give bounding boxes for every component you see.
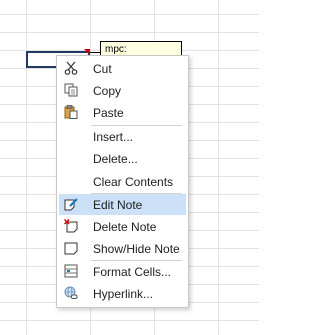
menu-item-copy[interactable]: Copy	[59, 80, 186, 101]
context-menu: Cut Copy Paste Insert... Delete... Clear…	[56, 55, 189, 308]
menu-item-show-hide-note[interactable]: Show/Hide Note	[59, 238, 186, 259]
menu-item-label: Insert...	[93, 130, 134, 144]
menu-item-format-cells[interactable]: Format Cells...	[59, 261, 186, 282]
scissors-icon	[64, 61, 78, 75]
delete-note-icon	[64, 219, 78, 233]
menu-item-clear-contents[interactable]: Clear Contents	[59, 171, 186, 192]
paste-icon	[64, 105, 78, 119]
format-cells-icon	[64, 264, 78, 278]
copy-icon	[64, 83, 78, 97]
menu-item-label: Clear Contents	[93, 175, 174, 189]
menu-item-label: Delete Note	[93, 220, 157, 234]
menu-item-delete[interactable]: Delete...	[59, 148, 186, 169]
menu-item-hyperlink[interactable]: Hyperlink...	[59, 283, 186, 304]
menu-item-cut[interactable]: Cut	[59, 58, 186, 79]
menu-item-label: Cut	[93, 62, 112, 76]
menu-item-label: Format Cells...	[93, 265, 172, 279]
menu-item-label: Copy	[93, 84, 122, 98]
hyperlink-icon	[64, 286, 78, 299]
menu-item-label: Hyperlink...	[93, 287, 154, 301]
show-hide-note-icon	[64, 242, 78, 255]
note-text: mpc:	[105, 44, 127, 55]
menu-item-edit-note[interactable]: Edit Note	[59, 194, 186, 215]
menu-item-label: Paste	[93, 106, 124, 120]
menu-item-insert[interactable]: Insert...	[59, 126, 186, 147]
menu-item-label: Edit Note	[93, 198, 143, 212]
edit-note-icon	[64, 198, 78, 211]
menu-item-label: Show/Hide Note	[93, 242, 180, 256]
menu-item-delete-note[interactable]: Delete Note	[59, 216, 186, 237]
menu-item-label: Delete...	[93, 152, 138, 166]
menu-item-paste[interactable]: Paste	[59, 102, 186, 123]
